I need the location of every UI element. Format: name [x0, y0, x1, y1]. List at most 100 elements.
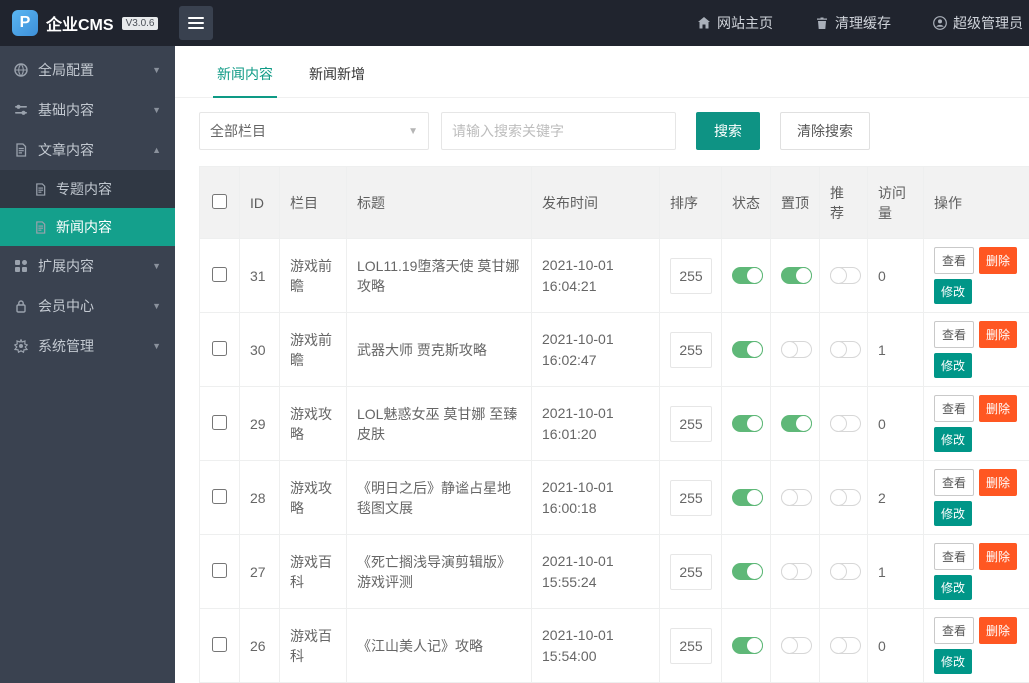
delete-button[interactable]: 删除 — [979, 469, 1018, 496]
sidebar-subitem-label: 专题内容 — [56, 181, 112, 197]
sidebar-item[interactable]: 扩展内容 ▼ — [0, 246, 175, 286]
search-input[interactable] — [441, 112, 676, 150]
main-content: 新闻内容新闻新增 全部栏目 ▼ 搜索 清除搜索 ID栏目标题发布时间排序状态置顶… — [175, 46, 1029, 683]
recommend-toggle[interactable] — [830, 267, 861, 285]
view-button[interactable]: 查看 — [934, 321, 975, 348]
sidebar-item[interactable]: 全局配置 ▼ — [0, 50, 175, 90]
edit-button[interactable]: 修改 — [934, 427, 973, 452]
edit-button[interactable]: 修改 — [934, 353, 973, 378]
top-toggle[interactable] — [781, 341, 812, 359]
edit-button[interactable]: 修改 — [934, 501, 973, 526]
top-toggle[interactable] — [781, 637, 812, 655]
sort-input[interactable] — [670, 479, 712, 516]
delete-button[interactable]: 删除 — [979, 543, 1018, 570]
recommend-toggle[interactable] — [830, 637, 861, 655]
toggle-knob — [746, 489, 763, 507]
toggle-knob — [795, 267, 812, 285]
top-toggle[interactable] — [781, 563, 812, 581]
cell-category: 游戏攻略 — [279, 460, 347, 535]
edit-button[interactable]: 修改 — [934, 649, 973, 674]
sort-input[interactable] — [670, 331, 712, 368]
column-header: 访问量 — [867, 166, 924, 239]
status-toggle[interactable] — [732, 637, 763, 655]
recommend-toggle[interactable] — [830, 489, 861, 507]
view-button[interactable]: 查看 — [934, 247, 975, 274]
clear-search-button[interactable]: 清除搜索 — [780, 112, 870, 150]
search-button[interactable]: 搜索 — [696, 112, 760, 150]
recommend-toggle[interactable] — [830, 341, 861, 359]
sidebar-item[interactable]: 会员中心 ▼ — [0, 286, 175, 326]
table-row: 29 游戏攻略 LOL魅惑女巫 莫甘娜 至臻皮肤 2021-10-01 16:01:20… — [199, 386, 1029, 461]
status-toggle[interactable] — [732, 341, 763, 359]
recommend-toggle[interactable] — [830, 563, 861, 581]
toggle-knob — [830, 341, 847, 359]
cell-recommend — [819, 312, 868, 387]
delete-button[interactable]: 删除 — [979, 247, 1018, 274]
news-table: ID 栏目 标题 发布时间 排序 状态 置顶 推荐 访问量 操作 31 游戏前瞻 LOL11.19堕落… — [199, 166, 1029, 683]
user-icon — [933, 16, 947, 30]
status-toggle[interactable] — [732, 489, 763, 507]
cell-id: 26 — [239, 608, 280, 683]
cell-views: 1 — [867, 312, 924, 387]
sort-input[interactable] — [670, 627, 712, 664]
toggle-knob — [830, 489, 847, 507]
toggle-knob — [781, 563, 798, 581]
cell-id: 27 — [239, 534, 280, 609]
category-select[interactable]: 全部栏目 ▼ — [199, 112, 429, 150]
publish-clock: 16:00:18 — [542, 499, 597, 516]
actions-group: 查看 删除 修改 — [934, 543, 1019, 600]
toggle-knob — [830, 415, 847, 433]
recommend-toggle[interactable] — [830, 415, 861, 433]
delete-button[interactable]: 删除 — [979, 321, 1018, 348]
row-checkbox[interactable] — [212, 636, 227, 652]
row-checkbox[interactable] — [212, 562, 227, 578]
top-toggle[interactable] — [781, 489, 812, 507]
menu-toggle-icon[interactable] — [179, 6, 213, 40]
edit-button[interactable]: 修改 — [934, 575, 973, 600]
row-checkbox[interactable] — [212, 340, 227, 356]
tab[interactable]: 新闻内容 — [199, 50, 291, 98]
cell-status — [721, 460, 771, 535]
sidebar-subitem[interactable]: 专题内容 — [0, 170, 175, 208]
cell-views: 2 — [867, 460, 924, 535]
sort-input[interactable] — [670, 553, 712, 590]
view-button[interactable]: 查看 — [934, 617, 975, 644]
row-checkbox[interactable] — [212, 488, 227, 504]
topnav-label: 超级管理员 — [953, 15, 1023, 31]
top-toggle[interactable] — [781, 267, 812, 285]
cell-category: 游戏前瞻 — [279, 312, 347, 387]
sort-input[interactable] — [670, 257, 712, 294]
edit-button[interactable]: 修改 — [934, 279, 973, 304]
sliders-icon — [15, 104, 27, 115]
status-toggle[interactable] — [732, 415, 763, 433]
view-button[interactable]: 查看 — [934, 395, 975, 422]
cell-title: LOL魅惑女巫 莫甘娜 至臻皮肤 — [346, 386, 532, 461]
status-toggle[interactable] — [732, 563, 763, 581]
toggle-knob — [830, 637, 847, 655]
topnav-item-home[interactable]: 网站主页 — [697, 13, 773, 33]
sidebar-item[interactable]: 基础内容 ▼ — [0, 90, 175, 130]
cell-recommend — [819, 534, 868, 609]
sidebar-subitem[interactable]: 新闻内容 — [0, 208, 175, 246]
row-checkbox[interactable] — [212, 266, 227, 282]
chevron-down-icon: ▼ — [408, 125, 418, 137]
topnav-label: 清理缓存 — [835, 15, 891, 31]
sidebar-item[interactable]: 文章内容 ▲ — [0, 130, 175, 170]
row-checkbox[interactable] — [212, 414, 227, 430]
topnav-item-admin[interactable]: 超级管理员 — [933, 13, 1023, 33]
status-toggle[interactable] — [732, 267, 763, 285]
sidebar-item[interactable]: 系统管理 ▼ — [0, 326, 175, 366]
publish-clock: 16:04:21 — [542, 277, 597, 294]
view-button[interactable]: 查看 — [934, 543, 975, 570]
topnav-item-clear-cache[interactable]: 清理缓存 — [815, 13, 891, 33]
select-all-checkbox[interactable] — [212, 193, 227, 209]
delete-button[interactable]: 删除 — [979, 395, 1018, 422]
publish-date: 2021-10-01 — [542, 331, 614, 348]
toggle-knob — [830, 563, 847, 581]
delete-button[interactable]: 删除 — [979, 617, 1018, 644]
cell-actions: 查看 删除 修改 — [923, 238, 1029, 313]
view-button[interactable]: 查看 — [934, 469, 975, 496]
top-toggle[interactable] — [781, 415, 812, 433]
sort-input[interactable] — [670, 405, 712, 442]
tab[interactable]: 新闻新增 — [291, 50, 383, 97]
